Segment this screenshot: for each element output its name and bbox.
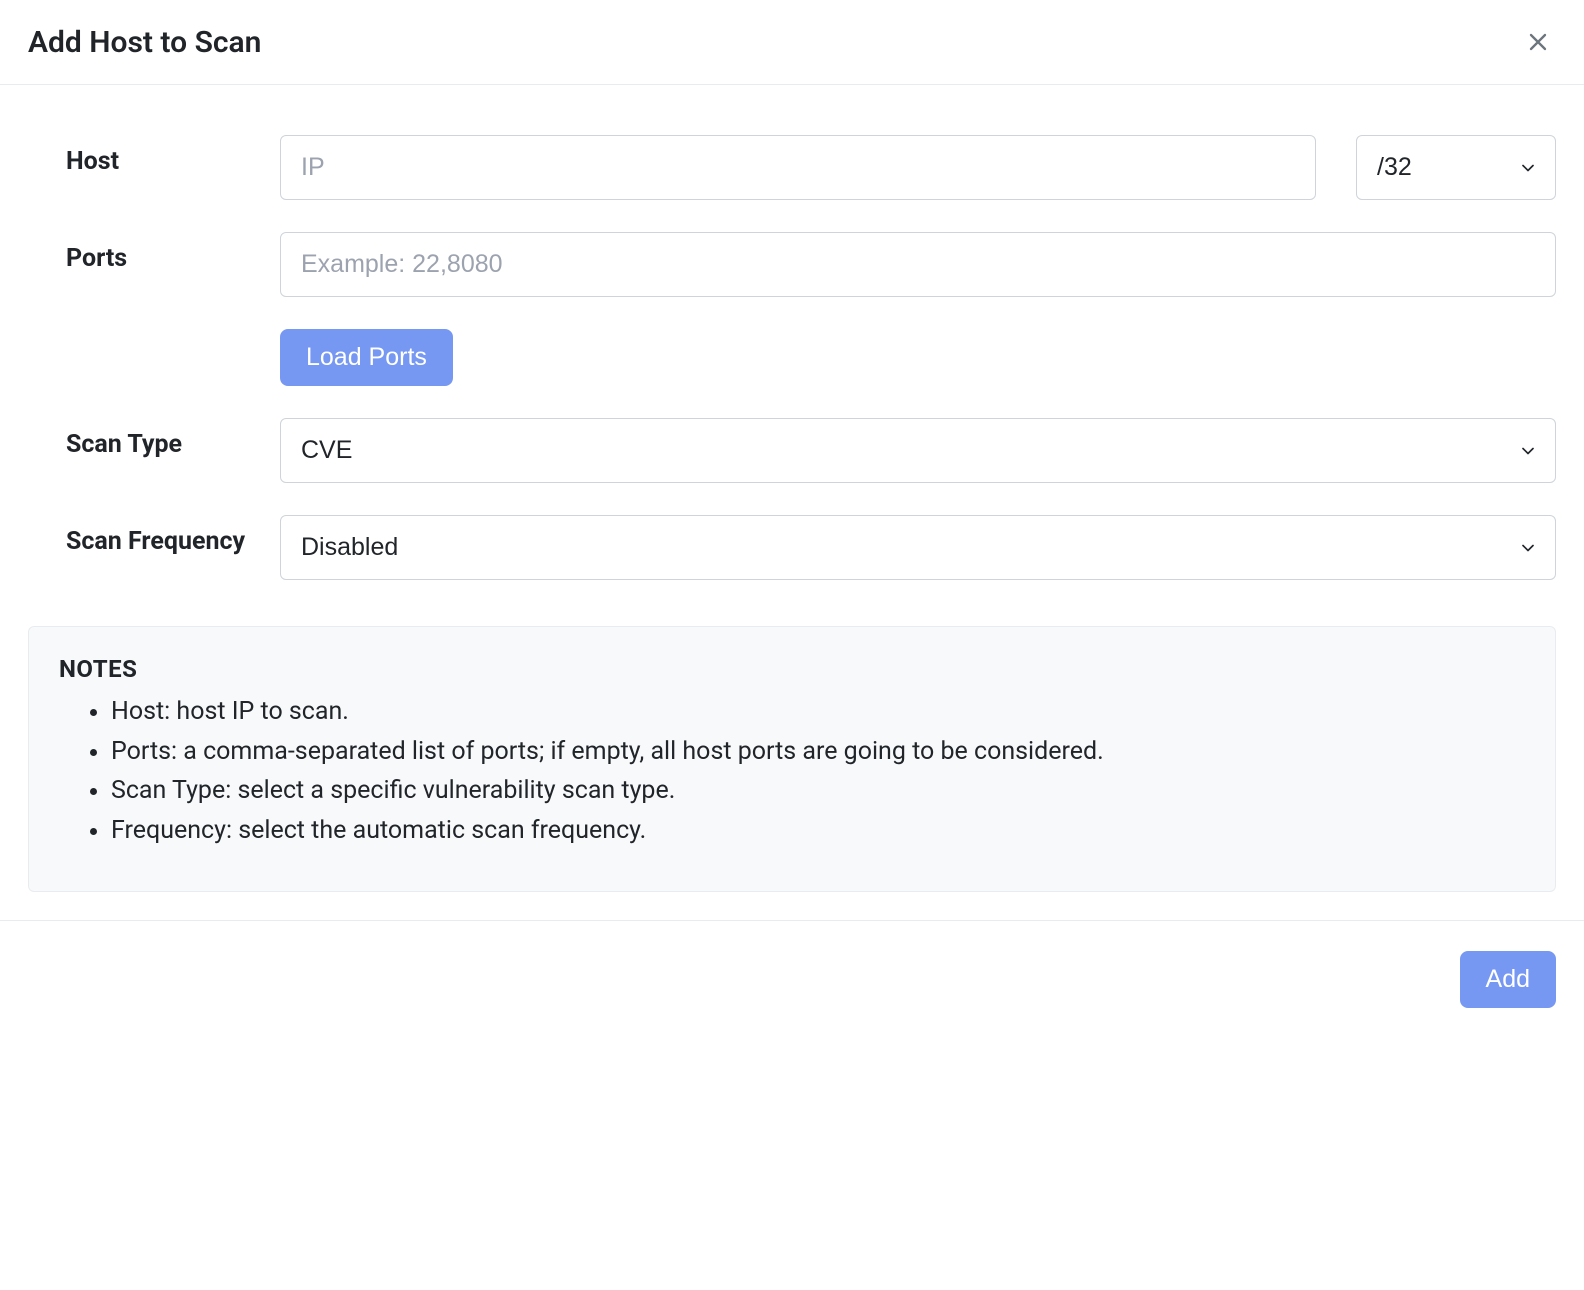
scan-type-select[interactable]: CVE: [280, 418, 1556, 483]
scan-type-label: Scan Type: [28, 418, 280, 459]
cidr-select-wrap: /32: [1356, 135, 1556, 200]
host-input[interactable]: [280, 135, 1316, 200]
cidr-select[interactable]: /32: [1356, 135, 1556, 200]
ports-controls: [280, 232, 1556, 297]
host-controls: /32: [280, 135, 1556, 200]
close-button[interactable]: [1520, 24, 1556, 60]
notes-item: Ports: a comma-separated list of ports; …: [111, 733, 1525, 771]
modal-header: Add Host to Scan: [0, 0, 1584, 85]
modal-title: Add Host to Scan: [28, 25, 261, 60]
load-ports-row: Load Ports: [28, 329, 1556, 386]
notes-box: NOTES Host: host IP to scan. Ports: a co…: [28, 626, 1556, 892]
notes-list: Host: host IP to scan. Ports: a comma-se…: [59, 693, 1525, 849]
close-icon: [1524, 28, 1552, 56]
add-button[interactable]: Add: [1460, 951, 1556, 1008]
notes-item: Scan Type: select a specific vulnerabili…: [111, 772, 1525, 810]
scan-type-row: Scan Type CVE: [28, 418, 1556, 483]
notes-item: Host: host IP to scan.: [111, 693, 1525, 731]
ports-row: Ports: [28, 232, 1556, 297]
scan-type-select-wrap: CVE: [280, 418, 1556, 483]
ports-label: Ports: [28, 232, 280, 273]
scan-frequency-select-wrap: Disabled: [280, 515, 1556, 580]
modal-footer: Add: [0, 920, 1584, 1038]
notes-title: NOTES: [59, 655, 1525, 683]
host-row: Host /32: [28, 135, 1556, 200]
scan-type-controls: CVE: [280, 418, 1556, 483]
ports-input[interactable]: [280, 232, 1556, 297]
modal-body: Host /32 Ports Load Ports Scan Type: [0, 85, 1584, 920]
load-ports-button[interactable]: Load Ports: [280, 329, 453, 386]
notes-item: Frequency: select the automatic scan fre…: [111, 812, 1525, 850]
scan-frequency-controls: Disabled: [280, 515, 1556, 580]
host-label: Host: [28, 135, 280, 176]
scan-frequency-select[interactable]: Disabled: [280, 515, 1556, 580]
scan-frequency-row: Scan Frequency Disabled: [28, 515, 1556, 580]
scan-frequency-label: Scan Frequency: [28, 515, 280, 556]
